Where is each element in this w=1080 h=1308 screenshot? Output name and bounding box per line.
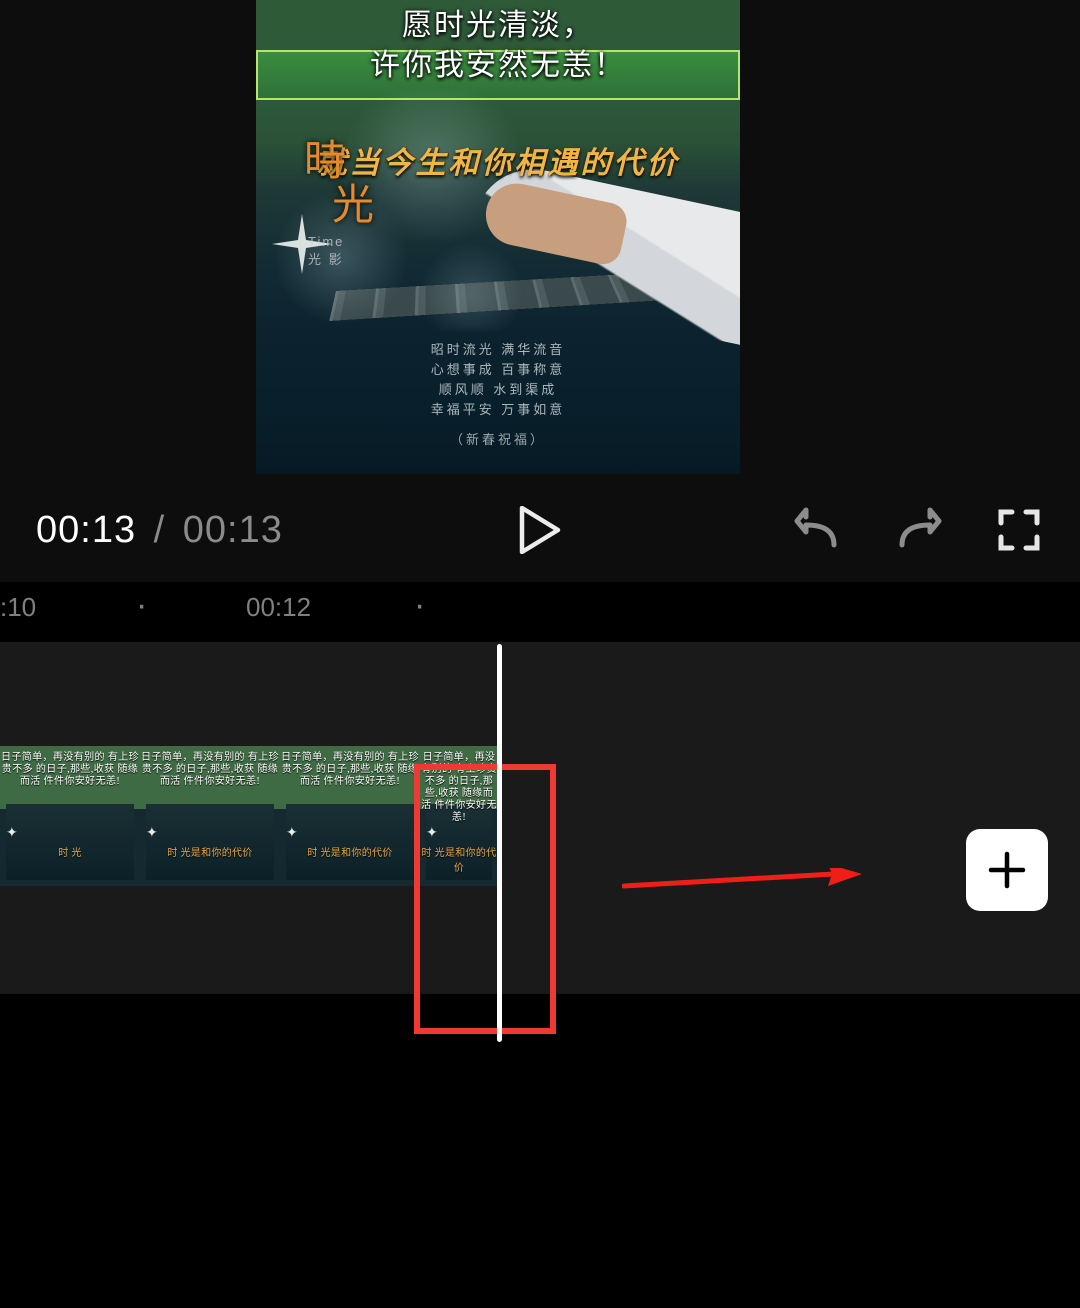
timeline[interactable]: :10 · 00:12 · 日子简单，再没有别的 有上珍贵不多 的日子,那些,收…	[0, 582, 1080, 1308]
thumb-lyric: 时 光是和你的代价	[140, 844, 280, 859]
playhead[interactable]	[497, 644, 502, 1042]
poster-credits: 昭时流光 满华流音 心想事成 百事称意 顺风顺 水到渠成 幸福平安 万事如意 （…	[256, 340, 740, 450]
ruler-dot-1: ·	[136, 586, 147, 625]
thumb-text: 日子简单，再没有别的 有上珍贵不多 的日子,那些,收获 随缘而活 件件你安好无恙…	[140, 752, 280, 788]
poster-title-char1: 時	[304, 140, 374, 184]
sparkle-icon: ✦	[286, 824, 298, 841]
player-controls: 00:13 / 00:13	[0, 500, 1080, 560]
credits-line4: 幸福平安 万事如意	[256, 400, 740, 420]
annotation-arrow	[622, 868, 862, 894]
thumb-text: 日子简单，再没有别的 有上珍贵不多 的日子,那些,收获 随缘而活 件件你安好无恙…	[280, 752, 420, 788]
sparkle-icon: ✦	[146, 824, 158, 841]
poster-subtitle: Time 光 影	[308, 234, 344, 268]
poster-subtitle-1: Time	[308, 234, 344, 249]
timecode: 00:13 / 00:13	[0, 509, 283, 552]
poster-subtitle-2: 光 影	[308, 249, 344, 268]
credits-line2: 心想事成 百事称意	[256, 360, 740, 380]
total-duration: 00:13	[183, 509, 283, 551]
credits-line1: 昭时流光 满华流音	[256, 340, 740, 360]
time-ruler[interactable]: :10 · 00:12 ·	[0, 582, 1080, 642]
add-clip-button[interactable]	[966, 829, 1048, 911]
redo-icon	[896, 507, 942, 553]
sparkle-icon: ✦	[6, 824, 18, 841]
fullscreen-button[interactable]	[998, 507, 1040, 553]
right-controls	[794, 507, 1080, 553]
overlay-caption-line2: 许你我安然无恙！	[256, 46, 740, 86]
undo-button[interactable]	[794, 507, 840, 553]
overlay-caption-line1: 愿时光清淡，	[256, 6, 740, 46]
ruler-label-10: :10	[0, 592, 36, 623]
poster-title-char2: 光	[332, 184, 374, 228]
tracks-area[interactable]: 日子简单，再没有别的 有上珍贵不多 的日子,那些,收获 随缘而活 件件你安好无恙…	[0, 642, 1080, 994]
overlay-caption-top: 愿时光清淡， 许你我安然无恙！	[256, 6, 740, 86]
clip-thumbnail: 日子简单，再没有别的 有上珍贵不多 的日子,那些,收获 随缘而活 件件你安好无恙…	[280, 746, 420, 886]
ruler-dot-2: ·	[414, 586, 425, 625]
undo-icon	[794, 507, 840, 553]
thumb-lyric: 时 光是和你的代价	[280, 844, 420, 859]
video-preview[interactable]: 愿时光清淡， 许你我安然无恙！ 就当今生和你相遇的代价 時 光 Time 光 影…	[256, 0, 740, 474]
poster-title: 時 光	[304, 140, 374, 228]
ruler-label-12: 00:12	[246, 592, 311, 623]
time-separator: /	[148, 509, 172, 551]
play-icon	[518, 506, 562, 554]
credits-line3: 顺风顺 水到渠成	[256, 380, 740, 400]
current-time: 00:13	[36, 509, 136, 551]
thumb-text: 日子简单，再没有别的 有上珍贵不多 的日子,那些,收获 随缘而活 件件你安好无恙…	[0, 752, 140, 788]
clip-thumbnail: 日子简单，再没有别的 有上珍贵不多 的日子,那些,收获 随缘而活 件件你安好无恙…	[0, 746, 140, 886]
redo-button[interactable]	[896, 507, 942, 553]
credits-line5: （新春祝福）	[256, 430, 740, 450]
annotation-highlight-box	[414, 764, 556, 1034]
thumb-lyric: 时 光	[0, 844, 140, 859]
play-button[interactable]	[518, 506, 562, 554]
fullscreen-icon	[998, 509, 1040, 551]
plus-icon	[985, 848, 1029, 892]
clip-thumbnail: 日子简单，再没有别的 有上珍贵不多 的日子,那些,收获 随缘而活 件件你安好无恙…	[140, 746, 280, 886]
